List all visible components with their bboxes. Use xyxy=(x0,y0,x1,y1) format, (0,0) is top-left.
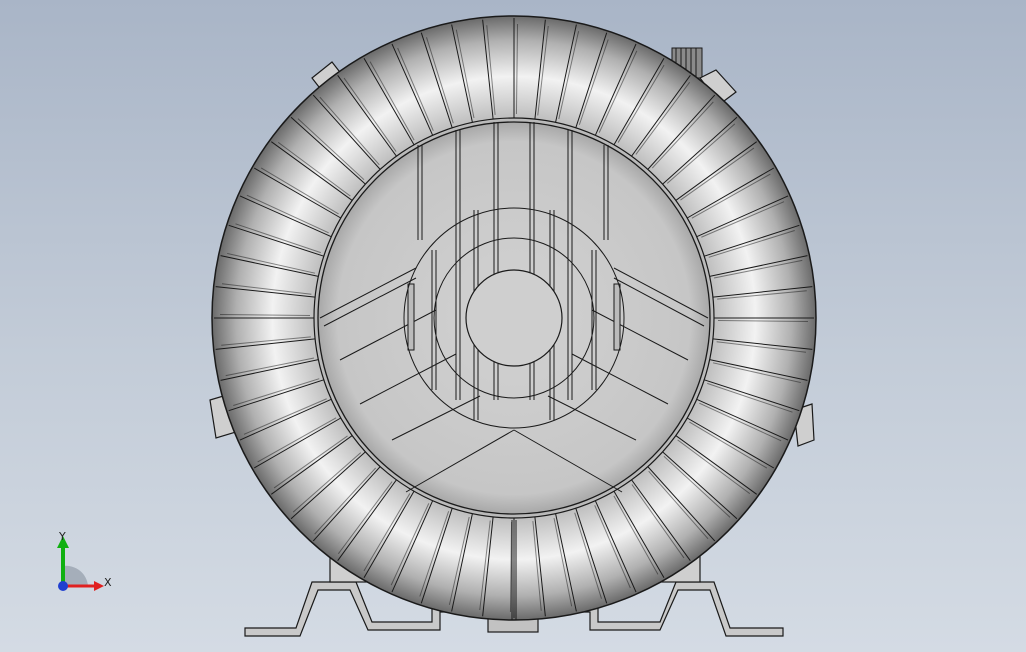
y-axis-label: Y xyxy=(59,530,66,543)
graphics-viewport[interactable]: Y X xyxy=(0,0,1026,652)
blower-model[interactable] xyxy=(0,0,1026,652)
coordinate-triad-icon xyxy=(57,536,104,591)
hub-center xyxy=(465,269,563,367)
x-axis-label: X xyxy=(104,576,112,589)
coordinate-triad: Y X xyxy=(40,528,130,608)
